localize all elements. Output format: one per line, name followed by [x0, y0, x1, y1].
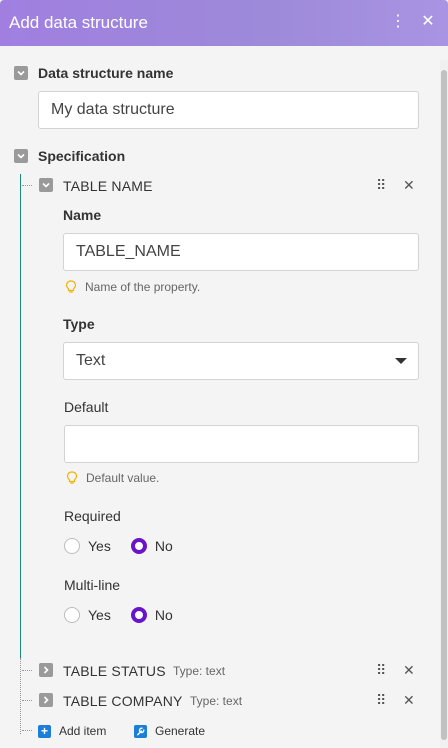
default-hint-text: Default value. — [86, 471, 160, 485]
more-options-icon[interactable]: ⋮ — [390, 12, 406, 32]
collapsed-item-title[interactable]: TABLE COMPANY — [63, 693, 183, 709]
name-hint-text: Name of the property. — [85, 280, 201, 294]
dialog-title: Add data structure — [9, 13, 148, 32]
default-field-label: Default — [64, 399, 109, 415]
remove-item-icon[interactable]: ✕ — [403, 692, 415, 709]
data-structure-name-input[interactable]: My data structure — [38, 91, 419, 129]
radio-unchecked-icon — [64, 538, 80, 554]
tree-connector — [22, 670, 32, 671]
required-yes-label: Yes — [88, 538, 111, 554]
drag-handle-icon[interactable]: ⠿ — [376, 177, 386, 194]
default-value-input[interactable] — [64, 425, 419, 463]
drag-handle-icon[interactable]: ⠿ — [376, 662, 386, 679]
close-icon[interactable]: ✕ — [420, 12, 436, 32]
name-field-label: Name — [63, 207, 102, 223]
type-select-value: Text — [76, 352, 106, 369]
data-structure-name-label: Data structure name — [38, 65, 174, 81]
required-yes-option[interactable]: Yes — [64, 538, 111, 554]
dialog-body: Data structure name My data structure Sp… — [0, 46, 436, 748]
property-name-value: TABLE_NAME — [76, 243, 181, 260]
multiline-yes-label: Yes — [88, 607, 111, 623]
multiline-yes-option[interactable]: Yes — [64, 607, 111, 623]
radio-unchecked-icon — [64, 607, 80, 623]
required-no-option[interactable]: No — [130, 538, 173, 554]
remove-item-icon[interactable]: ✕ — [403, 177, 415, 194]
tree-connector — [22, 185, 32, 186]
collapse-name-toggle-icon[interactable] — [14, 66, 28, 80]
drag-handle-icon[interactable]: ⠿ — [376, 692, 386, 709]
add-item-button[interactable]: + Add item — [38, 724, 106, 738]
add-item-label: Add item — [59, 724, 107, 738]
collapse-item-toggle-icon[interactable] — [39, 178, 53, 192]
data-structure-name-value: My data structure — [51, 101, 175, 118]
name-hint: Name of the property. — [65, 280, 200, 294]
expand-item-toggle-icon[interactable] — [39, 693, 53, 707]
type-select[interactable]: Text — [63, 342, 419, 380]
multiline-no-option[interactable]: No — [130, 607, 173, 623]
tree-connector — [22, 730, 32, 731]
item-title: TABLE NAME — [63, 178, 153, 194]
property-name-input[interactable]: TABLE_NAME — [63, 233, 419, 271]
multiline-radio-group: Yes No — [64, 607, 193, 623]
specification-label: Specification — [38, 148, 126, 164]
collapse-specification-toggle-icon[interactable] — [14, 149, 28, 163]
generate-label: Generate — [155, 724, 206, 738]
lightbulb-icon — [65, 280, 77, 293]
wrench-icon — [134, 724, 147, 738]
multiline-no-label: No — [154, 607, 173, 623]
collapsed-item-type: Type: text — [173, 664, 226, 678]
required-field-label: Required — [64, 508, 121, 524]
radio-checked-icon — [130, 607, 147, 623]
scrollbar-thumb[interactable] — [441, 70, 447, 740]
header-actions: ⋮ ✕ — [390, 12, 436, 32]
tree-branch-line-dotted — [20, 658, 21, 734]
required-radio-group: Yes No — [64, 538, 193, 554]
type-field-label: Type — [63, 316, 95, 332]
tree-branch-line — [20, 174, 21, 658]
radio-checked-icon — [130, 538, 147, 554]
tree-connector — [22, 700, 32, 701]
scrollbar[interactable] — [440, 60, 448, 748]
remove-item-icon[interactable]: ✕ — [403, 662, 415, 679]
lightbulb-icon — [66, 471, 78, 484]
multiline-field-label: Multi-line — [64, 577, 121, 593]
required-no-label: No — [154, 538, 173, 554]
plus-icon: + — [38, 724, 51, 738]
generate-button[interactable]: Generate — [134, 724, 205, 738]
chevron-down-icon — [395, 358, 407, 364]
collapsed-item-type: Type: text — [190, 694, 243, 708]
dialog-header: Add data structure ⋮ ✕ — [0, 0, 448, 46]
default-hint: Default value. — [66, 471, 159, 485]
expand-item-toggle-icon[interactable] — [39, 663, 53, 677]
collapsed-item-title[interactable]: TABLE STATUS — [63, 663, 166, 679]
